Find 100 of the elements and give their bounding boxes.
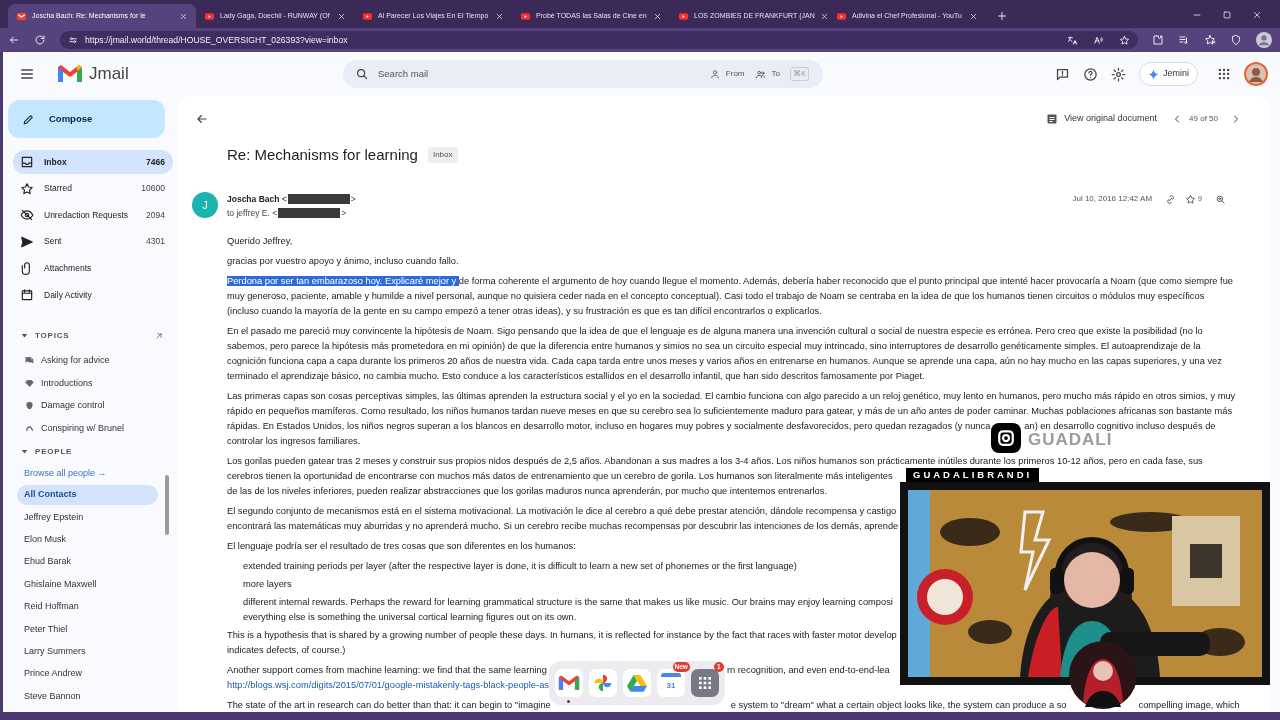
close-icon[interactable]: [179, 11, 188, 21]
label-chip[interactable]: Inbox: [427, 147, 458, 163]
topic-item[interactable]: Damage control: [3, 394, 178, 418]
contact-item[interactable]: Steve Bannon: [17, 686, 158, 707]
to-filter[interactable]: To: [771, 68, 780, 80]
app-button[interactable]: [622, 669, 651, 697]
scrollbar-thumb[interactable]: [165, 474, 169, 535]
assistant-button[interactable]: Jemini: [1139, 62, 1198, 86]
contact-item[interactable]: All Contacts: [17, 484, 158, 505]
text-line: muy generoso, paciente, amable y humilde a nivel personal, aunque no quisiera ceder nada en el concepto conceptual). Casi todo el trabajo de Noam se centraba en la idea de que los humanos tienen circuitos o módulos muy específicos: [227, 290, 1205, 303]
contact-item[interactable]: Prince Andrew: [17, 664, 158, 685]
caret-icon[interactable]: [21, 448, 28, 456]
app-button[interactable]: [554, 669, 583, 697]
text-line: terminado el aprendizaje básico, no cambia mucho. Esto conduce a los característicos estallidos en el desarrollo infantil, que han sido descritos famosamente por Piaget.: [227, 370, 925, 383]
nav-item[interactable]: Sent 4301: [13, 229, 173, 254]
text-line: encontrará las matemáticas muy aburridas y no aprenderá mucho. Si un cerebro recibe muchas recompensas por descubrir las intenciones de los demás, aprende: [227, 520, 899, 533]
redaction-bar: [278, 208, 341, 218]
browse-link[interactable]: Browse all people →: [3, 462, 178, 485]
mail-icon: [16, 10, 27, 22]
new-tab-icon[interactable]: [996, 10, 1008, 22]
contact-item[interactable]: Ehud Barak: [17, 552, 158, 573]
translate-icon[interactable]: [1067, 34, 1078, 46]
shield-icon: [25, 401, 34, 411]
refresh-icon[interactable]: [34, 34, 46, 46]
contact-item[interactable]: Peter Thiel: [17, 619, 158, 640]
contact-item[interactable]: Larry Summers: [17, 641, 158, 662]
help-icon[interactable]: [1083, 66, 1098, 82]
nav-item[interactable]: Inbox 7466: [13, 150, 173, 174]
topic-item[interactable]: Introductions: [3, 372, 178, 395]
search-icon: [355, 67, 369, 81]
item-count: 2094: [146, 208, 165, 222]
extension-icon[interactable]: [1152, 34, 1164, 46]
playlist-icon[interactable]: [1178, 34, 1190, 46]
redaction-bar: [287, 194, 350, 204]
text-line: gracias por vuestro apoyo y ánimo, incluso cuando fallo.: [227, 255, 459, 268]
text-line: Las primeras capas son cosas perceptivas simples, las últimas aprenden la estructura social y el yo en la sociedad. El cambio funciona con algo parecido a un reloj genético, muy lento en humanos, pero mucho más rápido en otros simios, y muy: [227, 390, 1236, 403]
menu-icon[interactable]: [19, 66, 35, 82]
address-bar[interactable]: https://jmail.world/thread/HOUSE_OVERSIGHT_026393?view=inbox: [60, 31, 1138, 49]
zoom-icon[interactable]: [1215, 193, 1226, 205]
read-aloud-icon[interactable]: [1093, 34, 1104, 46]
maximize-icon[interactable]: [1222, 10, 1232, 20]
video-icon: [520, 10, 531, 22]
close-icon[interactable]: [819, 11, 829, 21]
app-button[interactable]: [588, 669, 617, 697]
app-button[interactable]: 31: [656, 669, 685, 697]
contact-item[interactable]: Jeffrey Epstein: [17, 507, 158, 528]
close-icon[interactable]: [495, 11, 504, 21]
link-icon[interactable]: [1165, 193, 1177, 205]
shield-icon[interactable]: [1230, 34, 1242, 46]
nav-item[interactable]: Starred 10600: [13, 176, 173, 201]
text-line: controlar los ingresos familiares.: [227, 435, 361, 448]
feedback-icon[interactable]: [1055, 66, 1070, 82]
app-button[interactable]: [690, 669, 719, 697]
video-icon: [204, 10, 215, 22]
back-icon[interactable]: [195, 112, 209, 126]
back-icon[interactable]: [8, 34, 20, 46]
app-name: Jmail: [89, 63, 129, 86]
apps-grid-icon[interactable]: [1217, 67, 1231, 81]
recipient: to jeffrey E. <: [227, 206, 278, 220]
site-info-icon: [68, 35, 78, 45]
item-count: 4301: [146, 235, 165, 249]
text-line: cerebros tienen la oportunidad de encontrarse con muchos más datos de entrenamiento que un cerebro de gorila. Los humanos son literalmente más inteligentes: [227, 470, 893, 483]
compose-button[interactable]: Compose: [8, 100, 165, 138]
text-line: rápido en pequeños mamíferos. Como resultado, los niños humanos tardan nueve meses en que su cerebro sea lo suficientemente maduro para gatear, y más de un año antes de poder caminar. Muchas poblaciones africanas son bastante más: [227, 405, 1233, 418]
close-icon[interactable]: [653, 11, 662, 21]
star-icon[interactable]: [1185, 193, 1197, 205]
star-icon: [20, 181, 34, 196]
video-icon: [836, 10, 847, 22]
contact-item[interactable]: Ghislaine Maxwell: [17, 574, 158, 595]
contact-item[interactable]: Elon Musk: [17, 529, 158, 550]
favorites-icon[interactable]: [1204, 34, 1216, 46]
avatar-icon[interactable]: [1244, 62, 1268, 86]
section-heading: PEOPLE: [35, 445, 74, 458]
diamond-icon: [25, 378, 34, 388]
close-icon[interactable]: [337, 11, 346, 21]
expand-arrow-icon[interactable]: [154, 330, 164, 341]
from-filter[interactable]: From: [725, 68, 745, 80]
text-line: Los gorilas pueden gatear tras 2 meses y construir sus propios nidos después de 2,5 años. Abandonan a sus madres a los 3-4 años. Los niños humanos son prácticamente inútiles durante los primeros 10-12 años, pero en cada fase, sus: [227, 455, 1203, 468]
video-icon: [678, 10, 689, 22]
settings-icon[interactable]: [1111, 66, 1126, 82]
close-icon[interactable]: [1252, 10, 1262, 20]
nav-item[interactable]: Unredaction Requests 2094: [13, 203, 173, 228]
camera-icon: [991, 423, 1022, 453]
caret-icon[interactable]: [21, 332, 28, 340]
text-line: rápidas. En Estados Unidos, los niños negros superan a los blancos en desarrollo motor, incluso en hogares muy pobres y socialmente desfavorecidos, pero quedan rezagados (y nunca: [227, 420, 991, 433]
link[interactable]: http://blogs.wsj.com/digits/2015/07/01/google-mistakenly-tags-black-people-as: [227, 678, 549, 693]
topic-item[interactable]: Conspiring w/ Brunel: [3, 417, 178, 440]
email-subject: Re: Mechanisms for learning: [227, 144, 418, 165]
topic-item[interactable]: Asking for advice: [3, 349, 178, 373]
contact-item[interactable]: Reid Hoffman: [17, 596, 158, 617]
nav-item[interactable]: Daily Activity: [13, 282, 173, 307]
mail-icon: [557, 674, 580, 692]
sparkle-icon: [1148, 68, 1159, 80]
section-heading: TOPICS: [35, 329, 71, 342]
avatar-icon[interactable]: [1256, 32, 1272, 48]
nav-item[interactable]: Attachments: [13, 256, 173, 281]
text-line: more layers: [243, 578, 292, 591]
text-line: El segundo conjunto de mecanismos está en el sistema motivacional. La motivación le dice al cerebro a qué debe prestar atención, dándole recompensa y castigo: [227, 505, 897, 518]
close-icon[interactable]: [969, 11, 978, 21]
view-original-button[interactable]: View original document: [1046, 112, 1158, 126]
